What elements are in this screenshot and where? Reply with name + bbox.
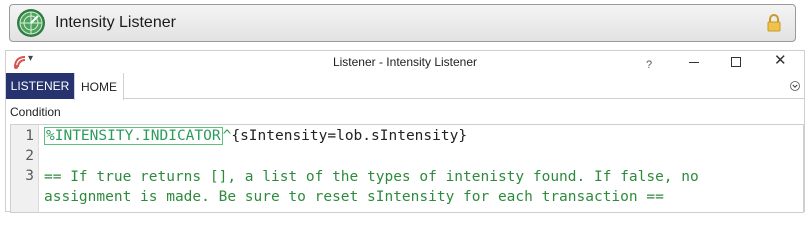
window-titlebar: ▾ Listener - Intensity Listener ? ✕ <box>6 51 804 73</box>
code-line[interactable]: %INTENSITY.INDICATOR ^{sIntensity=lob.sIn… <box>44 126 467 146</box>
help-button[interactable]: ? <box>646 59 652 71</box>
radar-icon <box>17 9 45 37</box>
page-title: Intensity Listener <box>55 14 176 31</box>
condition-editor[interactable]: 1 2 3 %INTENSITY.INDICATOR ^{sIntensity=l… <box>10 124 804 213</box>
comment-line[interactable]: == If true returns [], a list of the typ… <box>44 167 699 187</box>
line-number: 1 <box>25 128 34 144</box>
tab-home[interactable]: HOME <box>74 73 124 100</box>
line-number-gutter: 1 2 3 <box>11 125 39 212</box>
maximize-icon[interactable] <box>731 57 741 67</box>
comment-line[interactable]: assignment is made. Be sure to reset sIn… <box>44 187 664 207</box>
condition-label: Condition <box>10 105 61 119</box>
line-number: 2 <box>25 148 34 164</box>
close-icon[interactable]: ✕ <box>774 52 787 70</box>
lock-icon[interactable] <box>765 14 783 32</box>
tab-listener[interactable]: LISTENER <box>6 73 74 99</box>
minimize-icon[interactable] <box>689 62 699 63</box>
ribbon: LISTENER HOME <box>6 73 804 100</box>
header-bar: Intensity Listener <box>9 4 796 42</box>
chevron-down-icon[interactable] <box>790 81 800 91</box>
macro-token: %INTENSITY.INDICATOR <box>44 127 223 145</box>
window-title: Listener - Intensity Listener <box>332 55 478 69</box>
code-expression: {sIntensity=lob.sIntensity} <box>231 128 468 144</box>
line-number: 3 <box>25 168 34 184</box>
listener-window: ▾ Listener - Intensity Listener ? ✕ LIST… <box>5 50 805 213</box>
